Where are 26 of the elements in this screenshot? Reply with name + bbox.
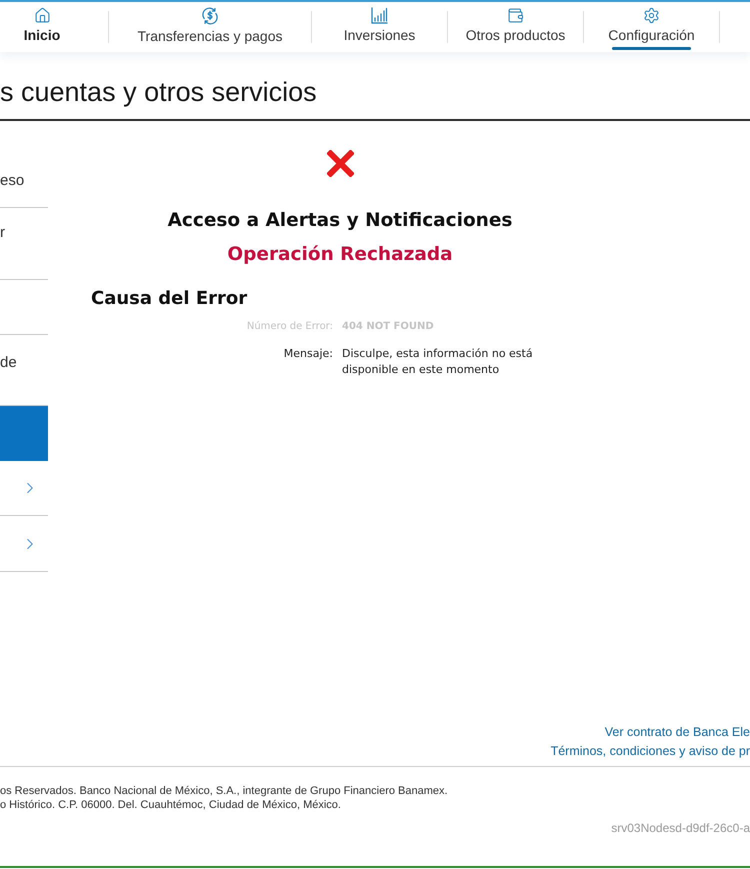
nav-tab[interactable]: Otros productos	[448, 2, 583, 52]
sidebar-item[interactable]: eso	[0, 150, 48, 208]
legal-text: os Reservados. Banco Nacional de México, S.A., integrante de Grupo Financiero Banamex. o Histórico. C.P. 06000. Del. Cuauhtémoc, Ciudad de México, México.	[0, 784, 449, 812]
error-status: Operación Rechazada	[227, 243, 453, 266]
footer-link[interactable]: Términos, condiciones y aviso de pr	[550, 742, 750, 761]
error-title: Acceso a Alertas y Notificaciones	[168, 209, 512, 232]
sidebar-item[interactable]	[0, 406, 48, 461]
nav-tab[interactable]: Configuración	[584, 2, 719, 52]
bar-chart-icon	[371, 7, 388, 24]
nav-tab[interactable]: Inversiones	[312, 2, 447, 52]
server-id: srv03Nodesd-d9df-26c0-a	[611, 821, 750, 835]
home-icon	[34, 7, 50, 24]
page-title: s cuentas y otros servicios	[0, 77, 318, 107]
detail-value: Disculpe, esta información no está disponible en este momento	[342, 346, 534, 378]
footer-link[interactable]: Ver contrato de Banca Ele	[604, 723, 750, 742]
cause-heading: Causa del Error	[91, 287, 248, 311]
nav-tab[interactable]: Transferencias y pagos	[109, 2, 311, 52]
dollar-exchange-icon	[201, 7, 219, 25]
error-x-icon	[326, 150, 354, 177]
nav-tab[interactable]: Inicio	[0, 2, 108, 52]
detail-label: Número de Error:	[246, 320, 333, 334]
sidebar-item[interactable]: r	[0, 208, 48, 280]
detail-value: 404 NOT FOUND	[342, 320, 435, 334]
wallet-icon	[507, 7, 524, 24]
detail-label: Mensaje:	[284, 346, 333, 362]
settings-icon	[643, 7, 660, 24]
